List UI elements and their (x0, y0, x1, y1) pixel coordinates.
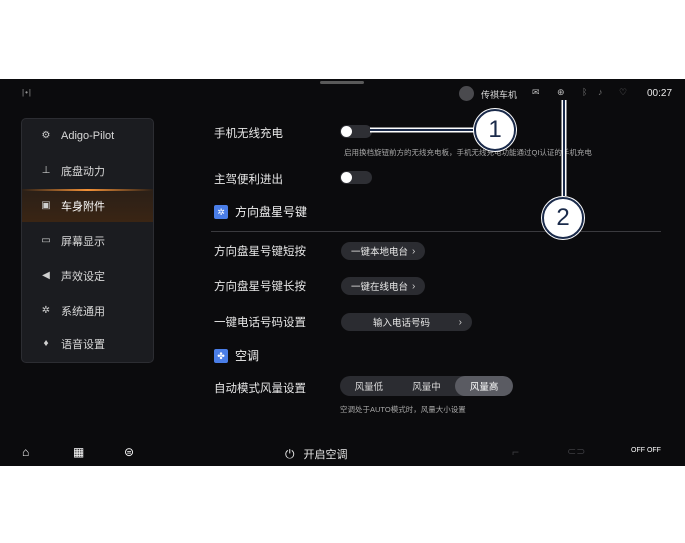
callout-1: 1 (474, 109, 516, 151)
callout-lines (370, 100, 567, 196)
callout-2: 2 (542, 197, 584, 239)
